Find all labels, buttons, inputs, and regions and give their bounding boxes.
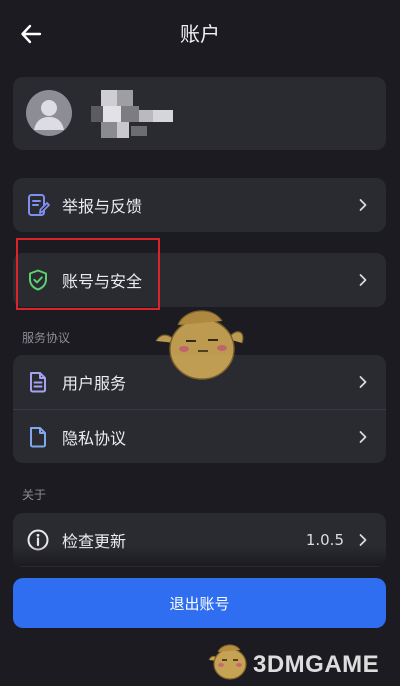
watermark-logo-icon [208,644,247,680]
report-feedback-icon [25,192,51,218]
menu-item-label: 举报与反馈 [62,197,143,216]
report-card: 举报与反馈 [13,178,386,232]
account-screen: 账户 举报与反馈 账号与安全 服务协议 用户服务 隐私协议 关于 检查更新 1.… [0,0,400,686]
section-label-about: 关于 [22,488,47,502]
annotation-highlight-box [16,238,160,310]
document-lines-icon [25,369,51,395]
menu-item-report-feedback[interactable]: 举报与反馈 [13,178,386,232]
logout-button[interactable]: 退出账号 [13,578,386,628]
document-icon [25,424,51,450]
watermark-text: 3DMGAME [253,651,380,678]
chevron-right-icon [359,431,367,443]
redacted-username [91,90,177,138]
profile-card[interactable] [13,77,386,150]
default-user-avatar-icon [26,90,72,136]
menu-item-label: 隐私协议 [62,429,127,448]
page-title: 账户 [180,22,220,46]
header: 账户 [0,0,400,66]
watermark-mascot-icon [155,310,244,380]
section-label-service: 服务协议 [22,331,71,345]
menu-item-privacy[interactable]: 隐私协议 [13,410,386,463]
chevron-right-icon [359,199,367,211]
menu-item-label: 用户服务 [62,374,127,393]
scroll-fade [0,546,400,566]
chevron-right-icon [359,534,367,546]
chevron-right-icon [359,376,367,388]
chevron-right-icon [359,274,367,286]
